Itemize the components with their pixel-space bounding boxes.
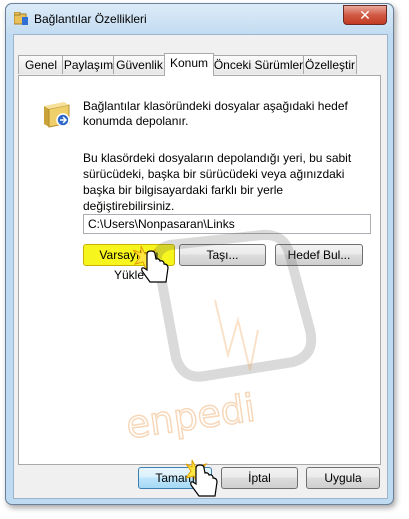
hand-cursor-icon	[133, 245, 169, 283]
hand-cursor-icon	[186, 459, 218, 497]
tab-location[interactable]: Konum	[164, 53, 214, 76]
watermark-text: enpedi	[123, 386, 258, 448]
watermark-logo: enpedi	[123, 229, 317, 448]
